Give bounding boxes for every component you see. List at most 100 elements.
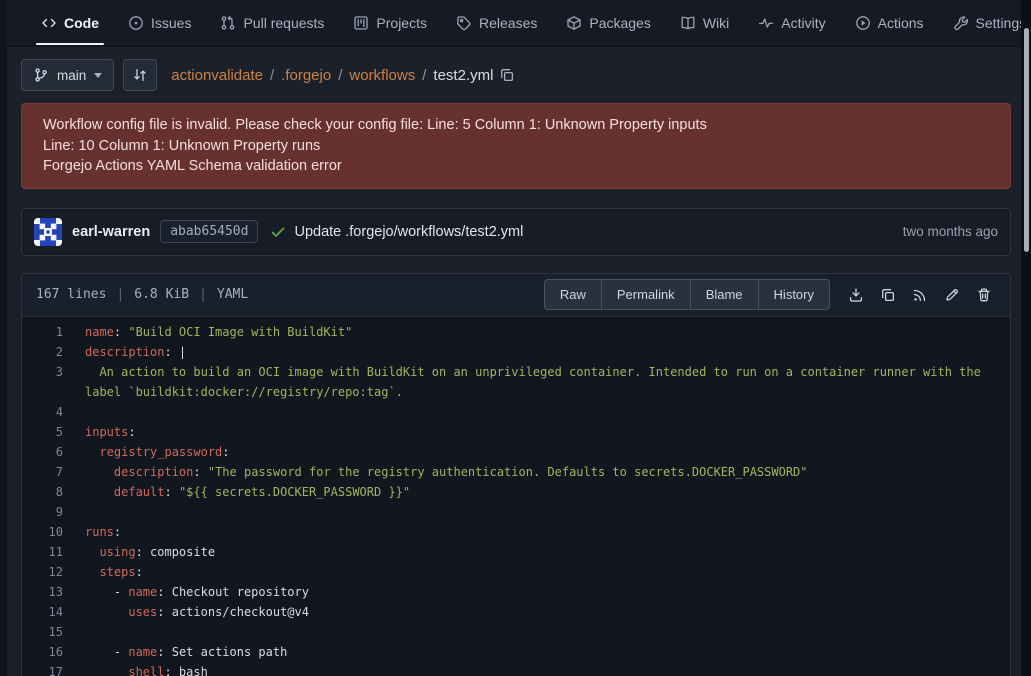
line-number[interactable]: 3 xyxy=(22,362,63,402)
file-meta-item: 6.8 KiB xyxy=(134,287,189,302)
nav-item-activity[interactable]: Activity xyxy=(747,0,836,46)
line-number[interactable]: 11 xyxy=(22,542,63,562)
code-line: 3 An action to build an OCI image with B… xyxy=(22,362,1010,402)
nav-item-packages[interactable]: Packages xyxy=(555,0,661,46)
file-header: 167 lines|6.8 KiB|YAML RawPermalinkBlame… xyxy=(22,274,1010,317)
line-number[interactable]: 9 xyxy=(22,502,63,522)
compare-button[interactable] xyxy=(123,59,157,91)
scrollbar[interactable] xyxy=(1021,0,1031,676)
line-number[interactable]: 16 xyxy=(22,642,63,662)
code-line-content: inputs: xyxy=(63,422,991,442)
compare-icon xyxy=(132,67,148,83)
code-line-content: runs: xyxy=(63,522,991,542)
code-line: 5inputs: xyxy=(22,422,1010,442)
nav-item-label: Code xyxy=(64,15,99,31)
permalink-button[interactable]: Permalink xyxy=(601,279,691,310)
nav-item-issues[interactable]: Issues xyxy=(117,0,202,46)
book-icon xyxy=(680,15,696,31)
copy-path-button[interactable] xyxy=(499,67,515,83)
commit-status-check-icon[interactable] xyxy=(270,224,286,240)
scrollbar-thumb[interactable] xyxy=(1024,28,1029,252)
code-line-content: default: "${{ secrets.DOCKER_PASSWORD }}… xyxy=(63,482,991,502)
line-number[interactable]: 2 xyxy=(22,342,63,362)
line-number[interactable]: 14 xyxy=(22,602,63,622)
play-circle-icon xyxy=(855,15,871,31)
file-view-box: 167 lines|6.8 KiB|YAML RawPermalinkBlame… xyxy=(21,273,1011,676)
chevron-down-icon xyxy=(94,73,102,78)
line-number[interactable]: 8 xyxy=(22,482,63,502)
rss-button[interactable] xyxy=(904,279,936,311)
code-line-content: uses: actions/checkout@v4 xyxy=(63,602,991,622)
commit-message[interactable]: Update .forgejo/workflows/test2.yml xyxy=(294,224,523,240)
line-number[interactable]: 10 xyxy=(22,522,63,542)
tag-icon xyxy=(456,15,472,31)
meta-separator: | xyxy=(189,287,217,302)
code-line-content xyxy=(63,402,991,422)
breadcrumb-segment-test2-yml: test2.yml xyxy=(433,67,493,84)
code-line: 14 uses: actions/checkout@v4 xyxy=(22,602,1010,622)
branch-selector[interactable]: main xyxy=(21,59,114,91)
code-line-content: description: "The password for the regis… xyxy=(63,462,991,482)
code-line: 16 - name: Set actions path xyxy=(22,642,1010,662)
delete-button[interactable] xyxy=(968,279,1000,311)
breadcrumb-segment-workflows[interactable]: workflows xyxy=(349,67,415,84)
avatar[interactable] xyxy=(34,218,62,246)
code-line: 15 xyxy=(22,622,1010,642)
line-number[interactable]: 15 xyxy=(22,622,63,642)
branch-name: main xyxy=(57,68,86,83)
branch-row: main actionvalidate/.forgejo/workflows/t… xyxy=(21,59,1011,91)
history-button[interactable]: History xyxy=(758,279,830,310)
nav-item-actions[interactable]: Actions xyxy=(844,0,935,46)
nav-item-releases[interactable]: Releases xyxy=(445,0,548,46)
code-line: 13 - name: Checkout repository xyxy=(22,582,1010,602)
commit-hash-badge[interactable]: abab65450d xyxy=(160,220,258,243)
code-line-content: shell: bash xyxy=(63,662,991,676)
breadcrumb-segment--forgejo[interactable]: .forgejo xyxy=(281,67,331,84)
nav-item-pull-requests[interactable]: Pull requests xyxy=(209,0,335,46)
line-number[interactable]: 13 xyxy=(22,582,63,602)
code-line-content: registry_password: xyxy=(63,442,991,462)
code-line: 8 default: "${{ secrets.DOCKER_PASSWORD … xyxy=(22,482,1010,502)
line-number[interactable]: 6 xyxy=(22,442,63,462)
code-line-content: description: | xyxy=(63,342,991,362)
copy-icon xyxy=(880,287,896,303)
page-content: main actionvalidate/.forgejo/workflows/t… xyxy=(21,59,1011,676)
nav-item-settings[interactable]: Settings xyxy=(942,0,1031,46)
wrench-icon xyxy=(953,15,969,31)
nav-item-label: Issues xyxy=(151,15,191,31)
download-button[interactable] xyxy=(840,279,872,311)
line-number[interactable]: 5 xyxy=(22,422,63,442)
code-line-content: An action to build an OCI image with Bui… xyxy=(63,362,991,402)
line-number[interactable]: 4 xyxy=(22,402,63,422)
nav-item-label: Wiki xyxy=(703,15,729,31)
copy-icon xyxy=(499,67,515,83)
commit-author[interactable]: earl-warren xyxy=(72,224,150,240)
nav-item-label: Packages xyxy=(589,15,650,31)
edit-icon xyxy=(944,287,960,303)
file-actions: RawPermalinkBlameHistory xyxy=(544,279,1000,311)
line-number[interactable]: 7 xyxy=(22,462,63,482)
code-area: 1name: "Build OCI Image with BuildKit"2d… xyxy=(22,317,1010,676)
project-icon xyxy=(353,15,369,31)
blame-button[interactable]: Blame xyxy=(690,279,759,310)
breadcrumb-separator: / xyxy=(338,67,342,84)
edit-button[interactable] xyxy=(936,279,968,311)
error-line: Forgejo Actions YAML Schema validation e… xyxy=(43,156,989,177)
error-line: Workflow config file is invalid. Please … xyxy=(43,115,989,136)
nav-item-label: Projects xyxy=(376,15,427,31)
commit-time: two months ago xyxy=(903,224,998,239)
file-meta-item: YAML xyxy=(217,287,248,302)
nav-item-wiki[interactable]: Wiki xyxy=(669,0,740,46)
line-number[interactable]: 1 xyxy=(22,322,63,342)
code-line-content: steps: xyxy=(63,562,991,582)
latest-commit-box: earl-warren abab65450d Update .forgejo/w… xyxy=(21,208,1011,256)
line-number[interactable]: 17 xyxy=(22,662,63,676)
copy-button[interactable] xyxy=(872,279,904,311)
nav-item-projects[interactable]: Projects xyxy=(342,0,438,46)
line-number[interactable]: 12 xyxy=(22,562,63,582)
nav-item-code[interactable]: Code xyxy=(30,0,110,46)
breadcrumb-segment-actionvalidate[interactable]: actionvalidate xyxy=(171,67,263,84)
raw-button[interactable]: Raw xyxy=(544,279,602,310)
breadcrumb-separator: / xyxy=(270,67,274,84)
code-line: 11 using: composite xyxy=(22,542,1010,562)
